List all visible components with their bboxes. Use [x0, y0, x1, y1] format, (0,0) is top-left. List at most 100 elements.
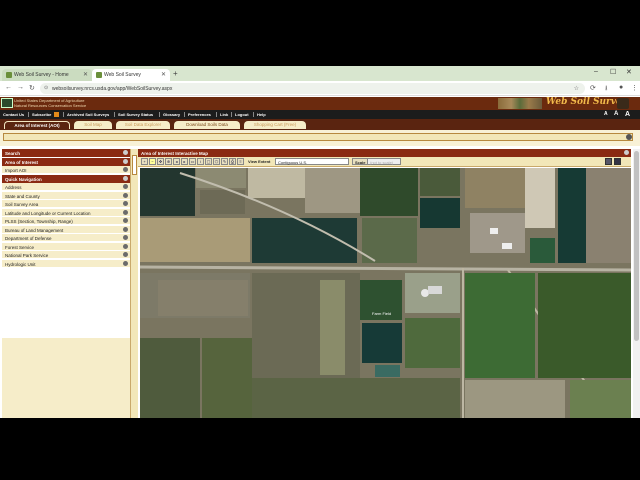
- reload-icon[interactable]: ↻: [29, 84, 35, 92]
- expand-icon[interactable]: [123, 243, 128, 249]
- map-layers-icon[interactable]: [605, 158, 612, 165]
- nav-item-label: Address: [5, 185, 22, 190]
- map-title: Area of Interest Interactive Map: [141, 151, 209, 156]
- text-size-large-button[interactable]: A: [625, 111, 630, 118]
- menu-kebab-icon[interactable]: ⋮: [631, 84, 638, 92]
- quick-nav-item[interactable]: Bureau of Land Management: [2, 225, 130, 234]
- expand-icon[interactable]: [123, 260, 128, 266]
- menu-contact-us[interactable]: Contact Us: [3, 112, 24, 117]
- browser-tab-label: Web Soil Survey - Home: [14, 72, 69, 78]
- menu-archived-soil-surveys[interactable]: Archived Soil Surveys: [67, 112, 109, 117]
- full-extent-icon[interactable]: ⊕: [165, 158, 172, 165]
- zoom-out-icon[interactable]: −: [149, 158, 156, 165]
- previous-extent-icon[interactable]: ◂: [173, 158, 180, 165]
- tab-area-of-interest[interactable]: Area of Interest (AOI): [4, 121, 70, 129]
- expand-icon[interactable]: [123, 252, 128, 257]
- quick-nav-item[interactable]: Department of Defense: [2, 234, 130, 242]
- draw-aoi-rectangle-icon[interactable]: ▢: [205, 158, 212, 165]
- subscribe-rss-icon[interactable]: [54, 112, 59, 117]
- tab-soil-data-explorer[interactable]: Soil Data Explorer: [116, 121, 170, 129]
- menu-help[interactable]: Help: [257, 112, 266, 117]
- new-tab-button[interactable]: +: [173, 69, 178, 78]
- close-window-icon[interactable]: ✕: [626, 68, 632, 76]
- aerial-map-view[interactable]: Farm Field: [140, 168, 631, 418]
- panel-splitter[interactable]: [130, 149, 138, 418]
- nav-import-aoi[interactable]: Import AOI: [2, 166, 130, 174]
- zoom-in-icon[interactable]: +: [141, 158, 148, 165]
- menu-link[interactable]: Link: [220, 112, 228, 117]
- menu-divider: [159, 112, 160, 117]
- site-info-icon[interactable]: ⊙: [44, 85, 48, 91]
- quick-nav-item[interactable]: National Park Service: [2, 251, 130, 259]
- banner-photo-strip: [498, 98, 542, 109]
- nav-item-label: Latitude and Longitude or Current Locati…: [5, 210, 91, 216]
- expand-icon[interactable]: [123, 201, 128, 206]
- expand-icon[interactable]: [123, 218, 128, 223]
- expand-icon[interactable]: [123, 192, 128, 198]
- search-header[interactable]: Search: [2, 149, 130, 157]
- quick-navigation-header[interactable]: Quick Navigation: [2, 175, 130, 183]
- browser-tab-wss[interactable]: Web Soil Survey ✕: [92, 69, 170, 81]
- minimize-icon[interactable]: –: [594, 68, 598, 75]
- quick-nav-item[interactable]: Address: [2, 183, 130, 191]
- draw-aoi-polygon-icon[interactable]: ⬠: [213, 158, 220, 165]
- menu-divider: [216, 112, 217, 117]
- expand-icon[interactable]: [123, 235, 128, 240]
- expand-icon[interactable]: [123, 209, 128, 215]
- info-icon[interactable]: [626, 134, 632, 140]
- pan-icon[interactable]: ✥: [157, 158, 164, 165]
- place-label: Farm Field: [372, 311, 392, 316]
- expand-icon[interactable]: [123, 226, 128, 232]
- usda-logo[interactable]: [1, 98, 13, 108]
- quick-nav-item[interactable]: Forest Service: [2, 242, 130, 251]
- print-icon[interactable]: ⎙: [229, 158, 236, 165]
- quick-nav-item[interactable]: Latitude and Longitude or Current Locati…: [2, 208, 130, 217]
- menu-logout[interactable]: Logout: [235, 112, 249, 117]
- url-input[interactable]: ⊙ websoilsurvey.nrcs.usda.gov/app/WebSoi…: [40, 83, 585, 94]
- bookmark-star-icon[interactable]: ☆: [574, 85, 579, 92]
- tab-soil-map[interactable]: Soil Map: [74, 121, 112, 129]
- close-tab-icon[interactable]: ✕: [83, 71, 88, 78]
- forward-icon[interactable]: →: [17, 84, 24, 91]
- wss-banner: United States Department of Agriculture …: [0, 97, 640, 110]
- map-help-icon[interactable]: [624, 150, 629, 155]
- next-extent-icon[interactable]: ▸: [181, 158, 188, 165]
- extensions-icon[interactable]: ⟳: [590, 84, 596, 92]
- quick-nav-item[interactable]: Soil Survey Area: [2, 200, 130, 208]
- menu-subscribe[interactable]: Subscribe: [32, 112, 51, 117]
- back-icon[interactable]: ←: [5, 84, 12, 91]
- maximize-icon[interactable]: ☐: [610, 68, 616, 76]
- ruler-icon[interactable]: ▭: [189, 158, 196, 165]
- clear-aoi-icon[interactable]: ✎: [221, 158, 228, 165]
- maximize-map-icon[interactable]: [614, 158, 621, 165]
- text-size-medium-button[interactable]: A: [614, 111, 618, 117]
- collapse-icon[interactable]: [123, 150, 128, 155]
- collapse-icon[interactable]: [123, 159, 128, 164]
- legend-icon[interactable]: ≡: [237, 158, 244, 165]
- browser-tab-strip: Web Soil Survey - Home ✕ Web Soil Survey…: [0, 66, 640, 81]
- tab-shopping-cart[interactable]: Shopping Cart (Free): [244, 121, 306, 129]
- collapse-icon[interactable]: [123, 176, 128, 181]
- expand-icon[interactable]: [123, 184, 128, 189]
- scale-button[interactable]: Scale: [352, 158, 369, 165]
- menu-soil-survey-status[interactable]: Soil Survey Status: [118, 112, 153, 117]
- identify-icon[interactable]: i: [197, 158, 204, 165]
- view-extent-select[interactable]: Contiguous U.S.: [275, 158, 349, 165]
- quick-nav-item[interactable]: Hydrologic Unit: [2, 259, 130, 268]
- quick-nav-item[interactable]: PLSS (Section, Township, Range): [2, 217, 130, 225]
- browser-tab-home[interactable]: Web Soil Survey - Home ✕: [2, 69, 92, 81]
- tab-download-soils-data[interactable]: Download Soils Data: [174, 121, 240, 129]
- page-scrollbar[interactable]: [633, 149, 640, 418]
- scrollbar-thumb[interactable]: [634, 151, 639, 341]
- download-icon[interactable]: ⭳: [605, 84, 607, 95]
- expand-icon[interactable]: [123, 167, 128, 172]
- collapse-left-panel-handle[interactable]: [132, 155, 137, 175]
- aoi-section-header[interactable]: Area of Interest: [2, 158, 130, 166]
- menu-glossary[interactable]: Glossary: [163, 112, 180, 117]
- close-tab-icon[interactable]: ✕: [161, 71, 166, 78]
- text-size-small-button[interactable]: A: [604, 111, 608, 117]
- scale-select[interactable]: (not to scale): [367, 158, 401, 165]
- quick-nav-item[interactable]: State and County: [2, 191, 130, 200]
- profile-icon[interactable]: ●: [619, 84, 623, 91]
- menu-preferences[interactable]: Preferences: [188, 112, 211, 117]
